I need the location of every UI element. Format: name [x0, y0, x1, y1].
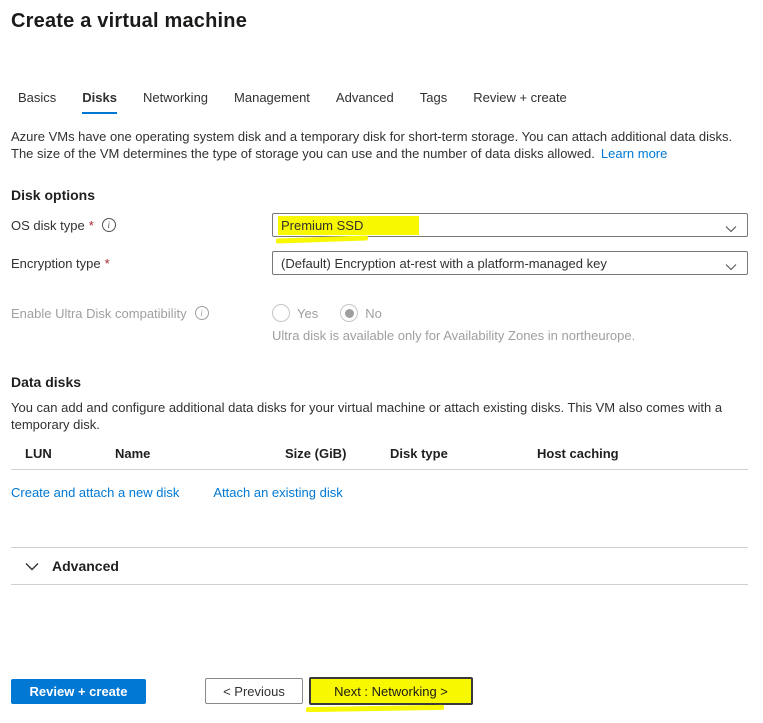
column-size: Size (GiB) — [285, 446, 390, 461]
data-disks-table-header: LUN Name Size (GiB) Disk type Host cachi… — [11, 446, 748, 470]
data-disks-description: You can add and configure additional dat… — [11, 400, 748, 433]
tab-networking[interactable]: Networking — [143, 90, 208, 114]
required-marker: * — [89, 218, 94, 233]
os-disk-type-value: Premium SSD — [278, 216, 419, 235]
tab-basics[interactable]: Basics — [18, 90, 56, 114]
radio-yes-label: Yes — [297, 306, 318, 321]
required-marker: * — [105, 256, 110, 271]
create-vm-page: Create a virtual machine Basics Disks Ne… — [0, 0, 763, 585]
create-attach-new-disk-link[interactable]: Create and attach a new disk — [11, 485, 179, 500]
tab-review-create[interactable]: Review + create — [473, 90, 567, 114]
radio-yes[interactable]: Yes — [272, 304, 318, 322]
os-disk-type-row: OS disk type * i Premium SSD — [11, 213, 748, 237]
info-icon[interactable]: i — [195, 306, 209, 320]
os-disk-type-dropdown[interactable]: Premium SSD — [272, 213, 748, 237]
tab-disks[interactable]: Disks — [82, 90, 117, 114]
radio-no[interactable]: No — [340, 304, 382, 322]
tab-tags[interactable]: Tags — [420, 90, 447, 114]
page-title: Create a virtual machine — [11, 10, 748, 33]
radio-circle — [272, 304, 290, 322]
os-disk-type-label-group: OS disk type * i — [11, 218, 272, 233]
encryption-type-label-group: Encryption type * — [11, 256, 272, 271]
advanced-expander-label: Advanced — [52, 558, 119, 574]
attach-existing-disk-link[interactable]: Attach an existing disk — [213, 485, 342, 500]
os-disk-type-control: Premium SSD — [272, 213, 748, 237]
encryption-type-dropdown[interactable]: (Default) Encryption at-rest with a plat… — [272, 251, 748, 275]
os-disk-type-label: OS disk type — [11, 218, 85, 233]
data-disks-links: Create and attach a new disk Attach an e… — [11, 485, 748, 500]
ultra-disk-row: Enable Ultra Disk compatibility i Yes No — [11, 304, 748, 322]
wizard-footer: Review + create < Previous Next : Networ… — [11, 677, 473, 705]
learn-more-link[interactable]: Learn more — [601, 146, 667, 161]
column-name: Name — [115, 446, 285, 461]
column-disk-type: Disk type — [390, 446, 537, 461]
radio-no-label: No — [365, 306, 382, 321]
previous-button[interactable]: < Previous — [205, 678, 303, 704]
review-create-button[interactable]: Review + create — [11, 679, 146, 704]
info-icon[interactable]: i — [102, 218, 116, 232]
ultra-disk-label: Enable Ultra Disk compatibility — [11, 306, 187, 321]
chevron-down-icon — [725, 221, 737, 236]
chevron-down-icon — [25, 559, 39, 574]
intro-paragraph: Azure VMs have one operating system disk… — [11, 129, 748, 162]
column-host-caching: Host caching — [537, 446, 748, 461]
tab-bar: Basics Disks Networking Management Advan… — [11, 90, 748, 114]
disk-options-heading: Disk options — [11, 187, 748, 203]
ultra-disk-helper-text: Ultra disk is available only for Availab… — [272, 328, 748, 343]
encryption-type-control: (Default) Encryption at-rest with a plat… — [272, 251, 748, 275]
tab-management[interactable]: Management — [234, 90, 310, 114]
encryption-type-label: Encryption type — [11, 256, 101, 271]
tab-advanced[interactable]: Advanced — [336, 90, 394, 114]
ultra-disk-control: Yes No — [272, 304, 748, 322]
advanced-expander[interactable]: Advanced — [11, 547, 748, 585]
encryption-type-value: (Default) Encryption at-rest with a plat… — [281, 256, 607, 271]
ultra-disk-label-group: Enable Ultra Disk compatibility i — [11, 306, 272, 321]
chevron-down-icon — [725, 259, 737, 274]
radio-circle — [340, 304, 358, 322]
encryption-type-row: Encryption type * (Default) Encryption a… — [11, 251, 748, 275]
next-networking-button[interactable]: Next : Networking > — [309, 677, 473, 705]
ultra-disk-radio-group: Yes No — [272, 304, 748, 322]
data-disks-heading: Data disks — [11, 374, 748, 390]
column-lun: LUN — [25, 446, 115, 461]
